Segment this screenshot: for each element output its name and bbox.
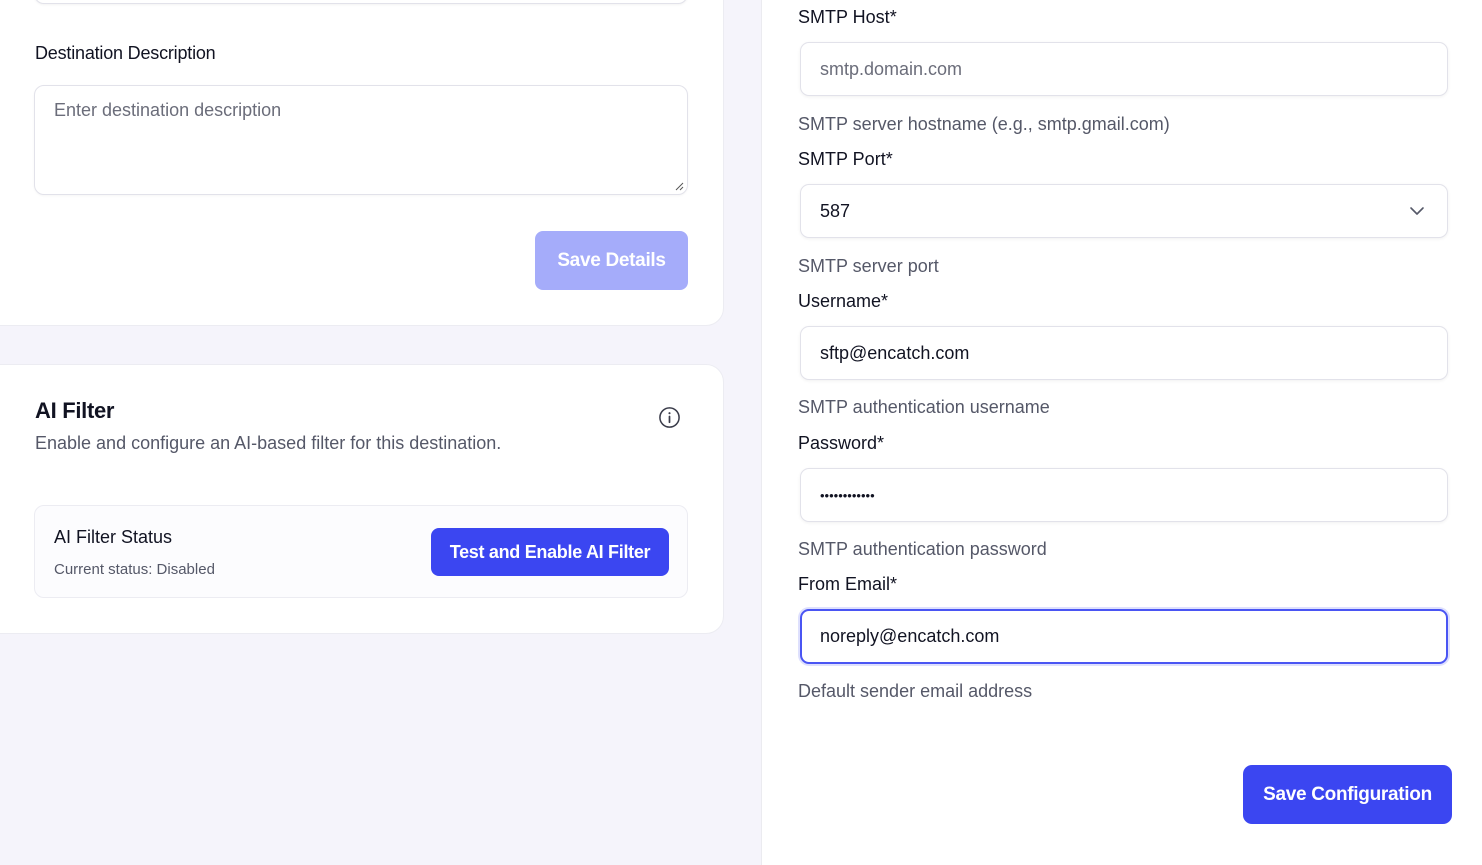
from-email-help: Default sender email address [798,681,1033,701]
ai-filter-status-text: Current status: Disabled [54,561,215,578]
ai-filter-description: Enable and configure an AI-based filter … [35,433,502,453]
from-email-value: noreply@encatch.com [820,626,1000,646]
password-label: Password* [798,433,885,453]
destination-name-input[interactable] [34,0,688,4]
smtp-host-help: SMTP server hostname (e.g., smtp.gmail.c… [798,114,1170,134]
username-input[interactable]: sftp@encatch.com [800,326,1448,380]
smtp-port-value: 587 [820,200,851,221]
smtp-config-pane: SMTP Host* smtp.domain.com SMTP server h… [761,0,1482,865]
ai-filter-status-box: AI Filter Status Current status: Disable… [34,505,688,598]
password-help: SMTP authentication password [798,539,1047,559]
destination-description-textarea[interactable]: Enter destination description [34,85,688,195]
save-details-button[interactable]: Save Details [535,231,688,290]
from-email-input[interactable]: noreply@encatch.com [800,609,1448,664]
username-value: sftp@encatch.com [820,342,970,363]
ai-filter-status-title: AI Filter Status [54,527,173,547]
resize-grip-icon[interactable] [674,181,684,191]
password-input[interactable]: •••••••••••• [800,468,1448,522]
username-label: Username* [798,291,889,311]
destination-description-placeholder: Enter destination description [54,100,282,120]
chevron-down-icon [1410,207,1424,215]
left-pane: Destination Description Enter destinatio… [0,0,761,865]
info-icon[interactable] [658,406,681,429]
smtp-port-select[interactable]: 587 [800,184,1448,238]
from-email-label: From Email* [798,574,898,594]
smtp-port-help: SMTP server port [798,256,939,276]
ai-filter-title: AI Filter [35,398,115,423]
smtp-host-label: SMTP Host* [798,7,897,27]
username-help: SMTP authentication username [798,397,1050,417]
smtp-host-placeholder: smtp.domain.com [820,58,963,79]
smtp-host-input[interactable]: smtp.domain.com [800,42,1448,96]
smtp-port-label: SMTP Port* [798,149,893,169]
password-value: •••••••••••• [820,487,875,503]
save-configuration-button[interactable]: Save Configuration [1243,765,1452,824]
destination-description-label: Destination Description [35,43,216,63]
test-enable-ai-filter-button[interactable]: Test and Enable AI Filter [431,528,669,576]
